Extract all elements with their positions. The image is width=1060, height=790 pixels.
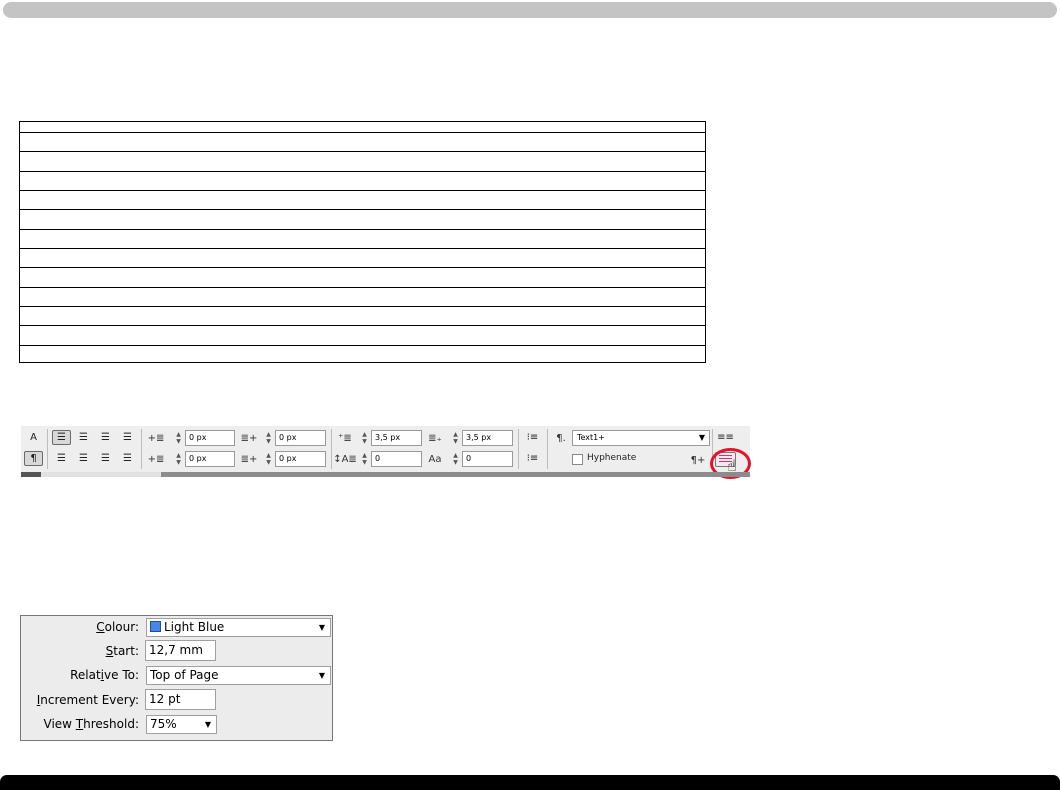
paragraph-style-value: Text1+ (577, 433, 605, 442)
right-indent-input[interactable]: 0 px (275, 430, 326, 446)
start-input[interactable]: 12,7 mm (145, 640, 216, 661)
top-scroll-bar (3, 2, 1057, 18)
hyphenate-checkbox[interactable] (572, 454, 583, 465)
grid-line (20, 151, 705, 152)
align-towards-spine-button[interactable]: ☰ (118, 430, 137, 445)
colour-swatch (150, 621, 161, 632)
align-center-button[interactable]: ☰ (74, 430, 93, 445)
clear-overrides-icon[interactable]: ¶+ (687, 453, 709, 467)
grid-line (20, 229, 705, 230)
grid-line (20, 306, 705, 307)
character-mode-button[interactable]: A (24, 430, 43, 445)
view-threshold-label: View Threshold: (43, 717, 140, 731)
first-line-indent-stepper[interactable]: ▲ ▼ (174, 452, 183, 467)
paragraph-control-panel: A ¶ ☰ ☰ ☰ ☰ ☰ ☰ ☰ ☰ +≣ ▲ ▼ 0 px +≣ ▲ ▼ 0 p… (21, 426, 750, 472)
drop-cap-lines-icon: ↕A≣ (333, 453, 357, 465)
left-indent-stepper[interactable]: ▲ ▼ (174, 431, 183, 446)
align-away-from-spine-button[interactable]: ☰ (118, 451, 137, 466)
start-label: Start: (105, 644, 139, 658)
increment-every-label: Increment Every: (36, 693, 139, 707)
dropdown-arrow-icon: ▼ (318, 671, 325, 680)
relative-to-value: Top of Page (150, 668, 219, 682)
align-away-from-spine-icon: ☰ (123, 453, 132, 464)
do-not-align-to-grid-button[interactable]: ≡≡ (716, 430, 735, 445)
justify-left-icon: ☰ (57, 453, 66, 464)
colour-label: Colour: (96, 620, 139, 634)
separator (141, 429, 142, 469)
baseline-grid-options: Colour: Light Blue ▼ Start: 12,7 mm Rela… (20, 615, 333, 741)
grid-line (20, 132, 705, 133)
justify-all-button[interactable]: ☰ (96, 451, 115, 466)
space-after-icon: ≣₊ (428, 432, 442, 444)
drop-cap-lines-input[interactable]: 0 (371, 451, 422, 467)
left-indent-icon: +≣ (147, 432, 165, 444)
bulleted-list-button[interactable]: ⁝≡ (523, 430, 542, 445)
grid-line (20, 248, 705, 249)
drop-cap-lines-stepper[interactable]: ▲ ▼ (360, 452, 369, 467)
justify-center-icon: ☰ (79, 453, 88, 464)
grid-line (20, 171, 705, 172)
view-threshold-value: 75% (150, 717, 177, 731)
separator (518, 429, 519, 469)
space-before-input[interactable]: 3,5 px (371, 430, 422, 446)
right-indent-icon: ≣+ (240, 432, 258, 444)
justify-all-icon: ☰ (101, 453, 110, 464)
paragraph-mode-button[interactable]: ¶ (24, 451, 43, 466)
space-after-stepper[interactable]: ▲ ▼ (451, 431, 460, 446)
increment-every-input[interactable]: 12 pt (145, 689, 216, 710)
view-threshold-select[interactable]: 75% ▼ (146, 715, 217, 734)
paragraph-style-icon: ¶. (556, 432, 566, 444)
colour-select[interactable]: Light Blue ▼ (146, 618, 331, 637)
separator (331, 429, 332, 469)
last-line-indent-input[interactable]: 0 px (275, 451, 326, 467)
align-right-button[interactable]: ☰ (96, 430, 115, 445)
grid-line (20, 325, 705, 326)
bottom-bar (0, 775, 1060, 790)
grid-line (20, 209, 705, 210)
first-line-indent-input[interactable]: 0 px (185, 451, 235, 467)
align-towards-spine-icon: ☰ (123, 432, 132, 443)
space-after-input[interactable]: 3,5 px (462, 430, 513, 446)
grid-line (20, 267, 705, 268)
relative-to-label: Relative To: (70, 668, 139, 682)
separator (547, 429, 548, 469)
align-center-icon: ☰ (79, 432, 88, 443)
dropdown-arrow-icon: ▼ (698, 433, 705, 442)
last-line-indent-icon: ≣+ (240, 453, 258, 465)
left-indent-input[interactable]: 0 px (185, 430, 235, 446)
align-left-button[interactable]: ☰ (52, 430, 71, 445)
space-before-icon: ⁺≣ (338, 432, 352, 444)
space-before-stepper[interactable]: ▲ ▼ (360, 431, 369, 446)
align-left-icon: ☰ (57, 432, 66, 443)
separator (47, 429, 48, 469)
relative-to-select[interactable]: Top of Page ▼ (146, 666, 331, 685)
drop-cap-chars-input[interactable]: 0 (462, 451, 513, 467)
right-indent-stepper[interactable]: ▲ ▼ (264, 431, 273, 446)
justify-center-button[interactable]: ☰ (74, 451, 93, 466)
grid-line (20, 190, 705, 191)
drop-cap-chars-stepper[interactable]: ▲ ▼ (451, 452, 460, 467)
drop-cap-chars-icon: Aa (428, 453, 442, 465)
panel-scroll-strip (21, 472, 750, 477)
last-line-indent-stepper[interactable]: ▲ ▼ (264, 452, 273, 467)
dropdown-arrow-icon: ▼ (204, 720, 211, 729)
justify-left-button[interactable]: ☰ (52, 451, 71, 466)
grid-line (20, 287, 705, 288)
baseline-grid (19, 121, 706, 363)
align-right-icon: ☰ (101, 432, 110, 443)
dropdown-arrow-icon: ▼ (318, 623, 325, 632)
paragraph-style-select[interactable]: Text1+ ▼ (572, 430, 710, 446)
colour-value: Light Blue (164, 620, 225, 634)
numbered-list-button[interactable]: ⁝≡ (523, 451, 542, 466)
first-line-indent-icon: +≣ (147, 453, 165, 465)
grid-line (20, 345, 705, 346)
do-not-align-to-grid-icon: ≡≡ (717, 432, 734, 443)
bulleted-list-icon: ⁝≡ (526, 432, 539, 443)
numbered-list-icon: ⁝≡ (526, 453, 539, 464)
hyphenate-label: Hyphenate (587, 453, 637, 463)
